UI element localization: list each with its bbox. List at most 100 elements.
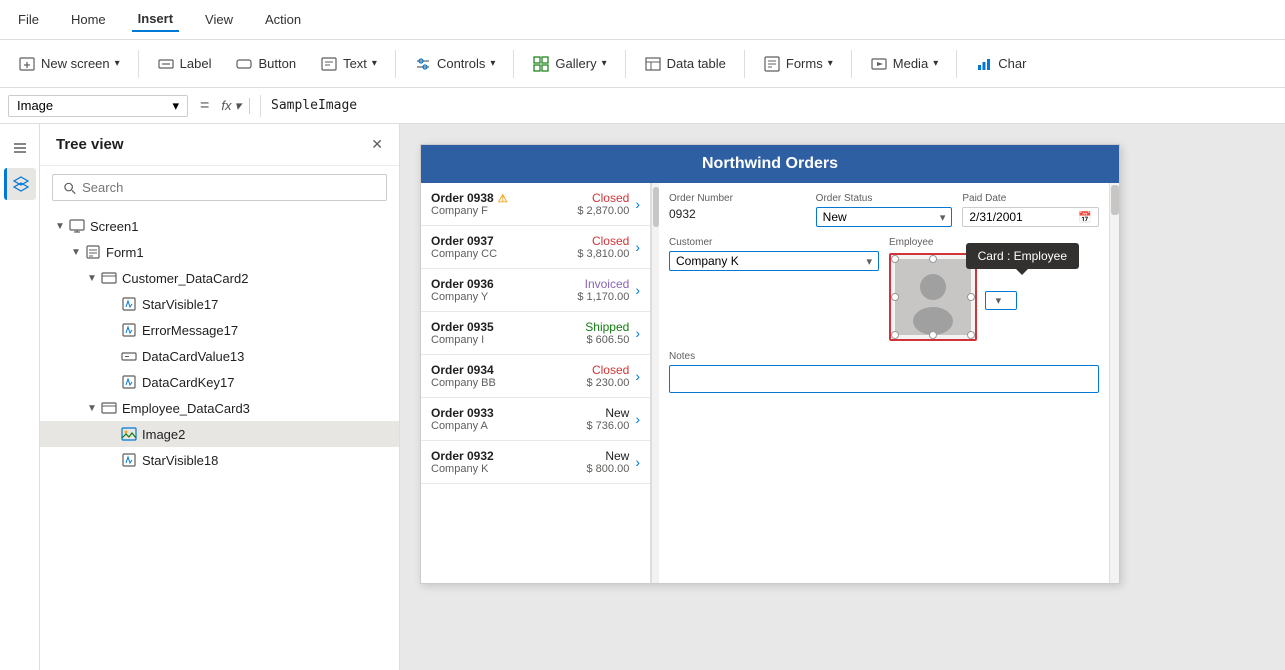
text-button[interactable]: Text ▾ <box>310 50 387 78</box>
employee-dropdown[interactable]: ▾ <box>985 291 1017 310</box>
list-scrollbar[interactable] <box>651 183 659 583</box>
media-button[interactable]: Media ▾ <box>860 50 948 78</box>
label-button[interactable]: Label <box>147 50 222 78</box>
order-amount-0938: $ 2,870.00 <box>577 205 629 217</box>
formula-bar: Image ▾ = fx ▾ <box>0 88 1285 124</box>
employee-image-svg <box>895 259 971 335</box>
order-status-select[interactable]: New ▾ <box>816 207 953 227</box>
order-status-label: Order Status <box>816 193 953 204</box>
resize-handle-tl[interactable] <box>891 255 899 263</box>
gallery-button[interactable]: Gallery ▾ <box>522 50 616 78</box>
tree-arrow-screen1[interactable]: ▼ <box>52 218 68 234</box>
order-row-0932[interactable]: Order 0932 Company K New $ 800.00 › <box>421 441 650 484</box>
edit-icon-errormessage17 <box>120 321 138 339</box>
scroll-thumb[interactable] <box>653 187 659 227</box>
new-screen-chevron: ▾ <box>115 58 120 69</box>
tree-search-area <box>40 166 399 209</box>
formula-selector[interactable]: Image ▾ <box>8 95 188 117</box>
tree-arrow-customer-datacard2[interactable]: ▼ <box>84 270 100 286</box>
order-left-0932: Order 0932 Company K <box>431 449 587 475</box>
resize-handle-b[interactable] <box>929 331 937 339</box>
tree-arrow-form1[interactable]: ▼ <box>68 244 84 260</box>
tree-arrow-employee-datacard3[interactable]: ▼ <box>84 400 100 416</box>
button-label: Button <box>258 56 296 71</box>
text-chevron: ▾ <box>372 58 377 69</box>
tree-item-customer-datacard2[interactable]: ▼ Customer_DataCard2 <box>40 265 399 291</box>
paid-date-label: Paid Date <box>962 193 1099 204</box>
menu-view[interactable]: View <box>199 8 239 31</box>
tree-label-starvisible18: StarVisible18 <box>142 453 218 468</box>
order-left-0934: Order 0934 Company BB <box>431 363 587 389</box>
menu-home[interactable]: Home <box>65 8 112 31</box>
order-num-0932: Order 0932 <box>431 449 587 463</box>
charts-label: Char <box>998 56 1026 71</box>
tree-item-employee-datacard3[interactable]: ▼ Employee_DataCard3 <box>40 395 399 421</box>
media-chevron: ▾ <box>933 58 938 69</box>
menu-file[interactable]: File <box>12 8 45 31</box>
toolbar-sep-2 <box>395 50 396 78</box>
forms-button[interactable]: Forms ▾ <box>753 50 843 78</box>
notes-input[interactable] <box>669 365 1099 393</box>
order-row-0935[interactable]: Order 0935 Company I Shipped $ 606.50 › <box>421 312 650 355</box>
employee-card[interactable] <box>889 253 977 341</box>
data-table-button[interactable]: Data table <box>634 50 736 78</box>
order-status-0933: New <box>587 406 630 420</box>
search-input[interactable] <box>82 180 376 195</box>
layers-icon[interactable] <box>4 168 36 200</box>
toolbar-sep-5 <box>744 50 745 78</box>
formula-input[interactable] <box>271 98 1277 113</box>
tree-close-button[interactable]: ✕ <box>371 136 383 153</box>
order-amount-0936: $ 1,170.00 <box>577 291 629 303</box>
toolbar: New screen ▾ Label Button <box>0 40 1285 88</box>
employee-dd-arrow: ▾ <box>996 294 1002 307</box>
tree-item-datacardvalue13[interactable]: DataCardValue13 <box>40 343 399 369</box>
forms-chevron: ▾ <box>828 58 833 69</box>
media-icon <box>870 55 888 73</box>
tree-item-screen1[interactable]: ▼ Screen1 <box>40 213 399 239</box>
detail-scrollbar[interactable] <box>1109 183 1119 583</box>
paid-date-value[interactable]: 2/31/2001 📅 <box>962 207 1099 227</box>
resize-handle-r[interactable] <box>967 293 975 301</box>
tree-item-starvisible17[interactable]: StarVisible17 <box>40 291 399 317</box>
resize-handle-bl[interactable] <box>891 331 899 339</box>
button-button[interactable]: Button <box>225 50 306 78</box>
tree-item-image2[interactable]: Image2 <box>40 421 399 447</box>
resize-handle-br[interactable] <box>967 331 975 339</box>
order-company-0933: Company A <box>431 420 587 432</box>
order-amount-0937: $ 3,810.00 <box>577 248 629 260</box>
customer-label: Customer <box>669 237 879 248</box>
order-row-0937[interactable]: Order 0937 Company CC Closed $ 3,810.00 … <box>421 226 650 269</box>
search-box[interactable] <box>52 174 387 201</box>
app-body: Order 0938 ⚠ Company F Closed $ 2,870.00… <box>421 183 1119 583</box>
tree-item-starvisible18[interactable]: StarVisible18 <box>40 447 399 473</box>
edit-icon-datacardkey17 <box>120 373 138 391</box>
resize-handle-l[interactable] <box>891 293 899 301</box>
resize-handle-t[interactable] <box>929 255 937 263</box>
order-num-0937: Order 0937 <box>431 234 577 248</box>
charts-button[interactable]: Char <box>965 50 1036 78</box>
formula-fx-area[interactable]: fx ▾ <box>221 98 250 114</box>
order-row-0933[interactable]: Order 0933 Company A New $ 736.00 › <box>421 398 650 441</box>
tree-item-errormessage17[interactable]: ErrorMessage17 <box>40 317 399 343</box>
controls-button[interactable]: Controls ▾ <box>404 50 505 78</box>
order-right-0932: New $ 800.00 <box>587 449 630 475</box>
hamburger-icon[interactable] <box>4 132 36 164</box>
new-screen-button[interactable]: New screen ▾ <box>8 50 130 78</box>
formula-selector-chevron: ▾ <box>172 98 179 114</box>
customer-select[interactable]: Company K ▾ <box>669 251 879 271</box>
app-preview: Northwind Orders Order 0938 ⚠ Company F <box>420 144 1120 584</box>
menu-action[interactable]: Action <box>259 8 307 31</box>
tree-label-screen1: Screen1 <box>90 219 138 234</box>
order-status-0935: Shipped <box>585 320 629 334</box>
order-row-0938[interactable]: Order 0938 ⚠ Company F Closed $ 2,870.00… <box>421 183 650 226</box>
toolbar-sep-6 <box>851 50 852 78</box>
card-employee-tooltip: Card : Employee <box>966 243 1079 269</box>
menu-insert[interactable]: Insert <box>132 7 179 32</box>
new-screen-label: New screen <box>41 56 110 71</box>
detail-scroll-thumb[interactable] <box>1111 185 1119 215</box>
order-row-0934[interactable]: Order 0934 Company BB Closed $ 230.00 › <box>421 355 650 398</box>
order-left-0935: Order 0935 Company I <box>431 320 585 346</box>
tree-item-form1[interactable]: ▼ Form1 <box>40 239 399 265</box>
order-row-0936[interactable]: Order 0936 Company Y Invoiced $ 1,170.00… <box>421 269 650 312</box>
tree-item-datacardkey17[interactable]: DataCardKey17 <box>40 369 399 395</box>
